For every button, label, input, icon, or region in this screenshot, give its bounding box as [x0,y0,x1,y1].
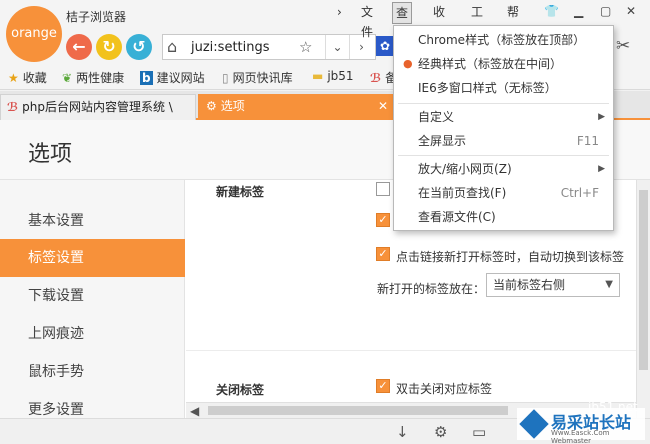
menu-file[interactable]: 文件 [358,2,376,39]
tab-options[interactable]: ⚙ 选项 ✕ [198,94,394,120]
gear-icon: ⚙ [206,99,217,113]
watermark-logo-icon [519,409,549,439]
bookmark-health[interactable]: ❦ 两性健康 [62,69,124,86]
menu-separator [398,103,609,104]
leaf-icon: ❦ [62,71,73,85]
star-icon: ★ [8,71,19,85]
menu-item-label: 经典样式（标签放在中间） [418,57,563,71]
baidu-paw-icon[interactable]: ✿ [376,36,394,56]
restore-button[interactable]: ↺ [126,34,152,60]
auto-switch-label: 点击链接新打开标签时，自动切换到该标签 [396,250,625,264]
new-tab-option-2-checkbox[interactable]: ✓ [376,213,390,227]
menu-item-find[interactable]: 在当前页查找(F) Ctrl+F [394,181,613,205]
star-icon[interactable]: ☆ [299,38,312,56]
sidebar-item-basic[interactable]: 基本设置 [0,202,185,240]
menu-item-label: 放大/缩小网页(Z) [418,162,512,176]
settings-sidebar: 基本设置 标签设置 下载设置 上网痕迹 鼠标手势 更多设置 [0,180,185,418]
folder-icon: ▬ [312,69,324,83]
sidebar-item-gestures[interactable]: 鼠标手势 [0,353,185,391]
bing-icon: b [140,71,153,85]
menu-item-label: Chrome样式（标签放在顶部） [418,33,586,47]
bookmark-webslice[interactable]: ▯ 网页快讯库 [222,69,293,86]
menu-help[interactable]: 帮助 [504,2,522,39]
page-title: 选项 [28,142,73,167]
view-menu-dropdown: Chrome样式（标签放在顶部） ● 经典样式（标签放在中间） IE6多窗口样式… [393,25,614,231]
address-bar[interactable]: ⌂ juzi:settings ☆ ⌄ › [162,34,376,60]
tab-php-cms[interactable]: ℬphp后台网站内容管理系统 \ [0,94,196,120]
vertical-scrollbar[interactable] [636,180,650,418]
menu-item-label: 在当前页查找(F) [418,186,507,200]
app-logo: orange [6,6,62,62]
menu-item-label: IE6多窗口样式（无标签） [418,81,557,95]
scroll-thumb[interactable] [639,190,648,370]
auto-switch-checkbox[interactable]: ✓ [376,247,390,261]
bookmark-jb51[interactable]: ▬ jb51 [312,69,354,83]
menu-favorites[interactable]: 收藏 [430,2,448,39]
page-icon: ▯ [222,71,229,85]
section-divider [186,350,636,351]
bookmark-favorites[interactable]: ★ 收藏 [8,69,47,86]
menu-item-chrome-style[interactable]: Chrome样式（标签放在顶部） [394,28,613,52]
maximize-icon[interactable]: ▢ [600,4,611,18]
app-title: 桔子浏览器 [66,10,127,24]
tab-label: 选项 [220,99,245,113]
arrow-left-icon: ← [72,37,86,56]
caret-left-icon[interactable]: ◀ [190,403,199,419]
bookmark-suggested[interactable]: b 建议网站 [140,69,205,86]
gear-icon[interactable]: ⚙ [434,423,447,441]
menu-separator [398,155,609,156]
jb51-icon: ℬ [7,100,19,114]
jb51-icon: ℬ [370,71,382,85]
new-tab-section-label: 新建标签 [216,185,265,199]
refresh-icon: ↻ [102,37,116,56]
chevron-down-icon[interactable]: ⌄ [325,35,349,59]
new-tab-position-select[interactable]: 当前标签右侧 ▼ [486,273,620,297]
menu-item-classic-style[interactable]: ● 经典样式（标签放在中间） [394,52,613,76]
undo-icon: ↺ [132,37,146,56]
menu-item-label: 查看源文件(C) [418,210,496,224]
refresh-button[interactable]: ↻ [96,34,122,60]
home-icon[interactable]: ⌂ [167,37,177,56]
window-icon[interactable]: ▭ [472,423,486,441]
download-icon[interactable]: ↓ [396,423,409,441]
menu-item-fullscreen[interactable]: 全屏显示 F11 [394,129,613,153]
watermark: 易采站长站 Www.Easck.Com Webmaster [517,408,645,444]
tab-label: php后台网站内容管理系统 \ [22,100,173,114]
tab-close-icon[interactable]: ✕ [378,94,388,118]
new-tab-option-1-checkbox[interactable] [376,182,390,196]
sidebar-item-downloads[interactable]: 下载设置 [0,277,185,315]
scissors-icon[interactable]: ✂ [616,36,630,56]
watermark-subtitle: Www.Easck.Com Webmaster [551,429,610,444]
menu-item-label: 自定义 [418,110,455,124]
sidebar-item-history[interactable]: 上网痕迹 [0,315,185,353]
menu-item-zoom[interactable]: 放大/缩小网页(Z) ▶ [394,157,613,181]
dblclick-close-checkbox[interactable]: ✓ [376,379,390,393]
address-input[interactable]: juzi:settings [191,40,270,55]
minimize-icon[interactable]: ▁ [574,4,583,18]
scroll-thumb[interactable] [208,406,508,415]
close-tab-section-label: 关闭标签 [216,383,265,397]
select-value: 当前标签右侧 [493,278,566,292]
shortcut-label: F11 [576,134,599,148]
back-button[interactable]: ← [66,34,92,60]
menu-item-label: 全屏显示 [418,134,467,148]
menu-item-view-source[interactable]: 查看源文件(C) [394,205,613,229]
menu-item-customize[interactable]: 自定义 ▶ [394,105,613,129]
selected-bullet-icon: ● [403,57,413,70]
menu-arrow-icon: › [337,5,342,19]
dblclick-close-label: 双击关闭对应标签 [396,382,493,396]
new-tab-position-label: 新打开的标签放在： [377,282,486,296]
menu-item-ie6-style[interactable]: IE6多窗口样式（无标签） [394,76,613,100]
submenu-arrow-icon: ▶ [598,112,605,122]
sidebar-item-tabs[interactable]: 标签设置 [0,239,185,277]
menu-tools[interactable]: 工具 [468,2,486,39]
shortcut-label: Ctrl+F [560,186,599,200]
caret-down-icon: ▼ [605,279,613,290]
close-icon[interactable]: ✕ [626,4,636,18]
menu-view[interactable]: 查看 [392,2,413,40]
shirt-icon[interactable]: 👕 [544,4,559,18]
submenu-arrow-icon: ▶ [598,164,605,174]
